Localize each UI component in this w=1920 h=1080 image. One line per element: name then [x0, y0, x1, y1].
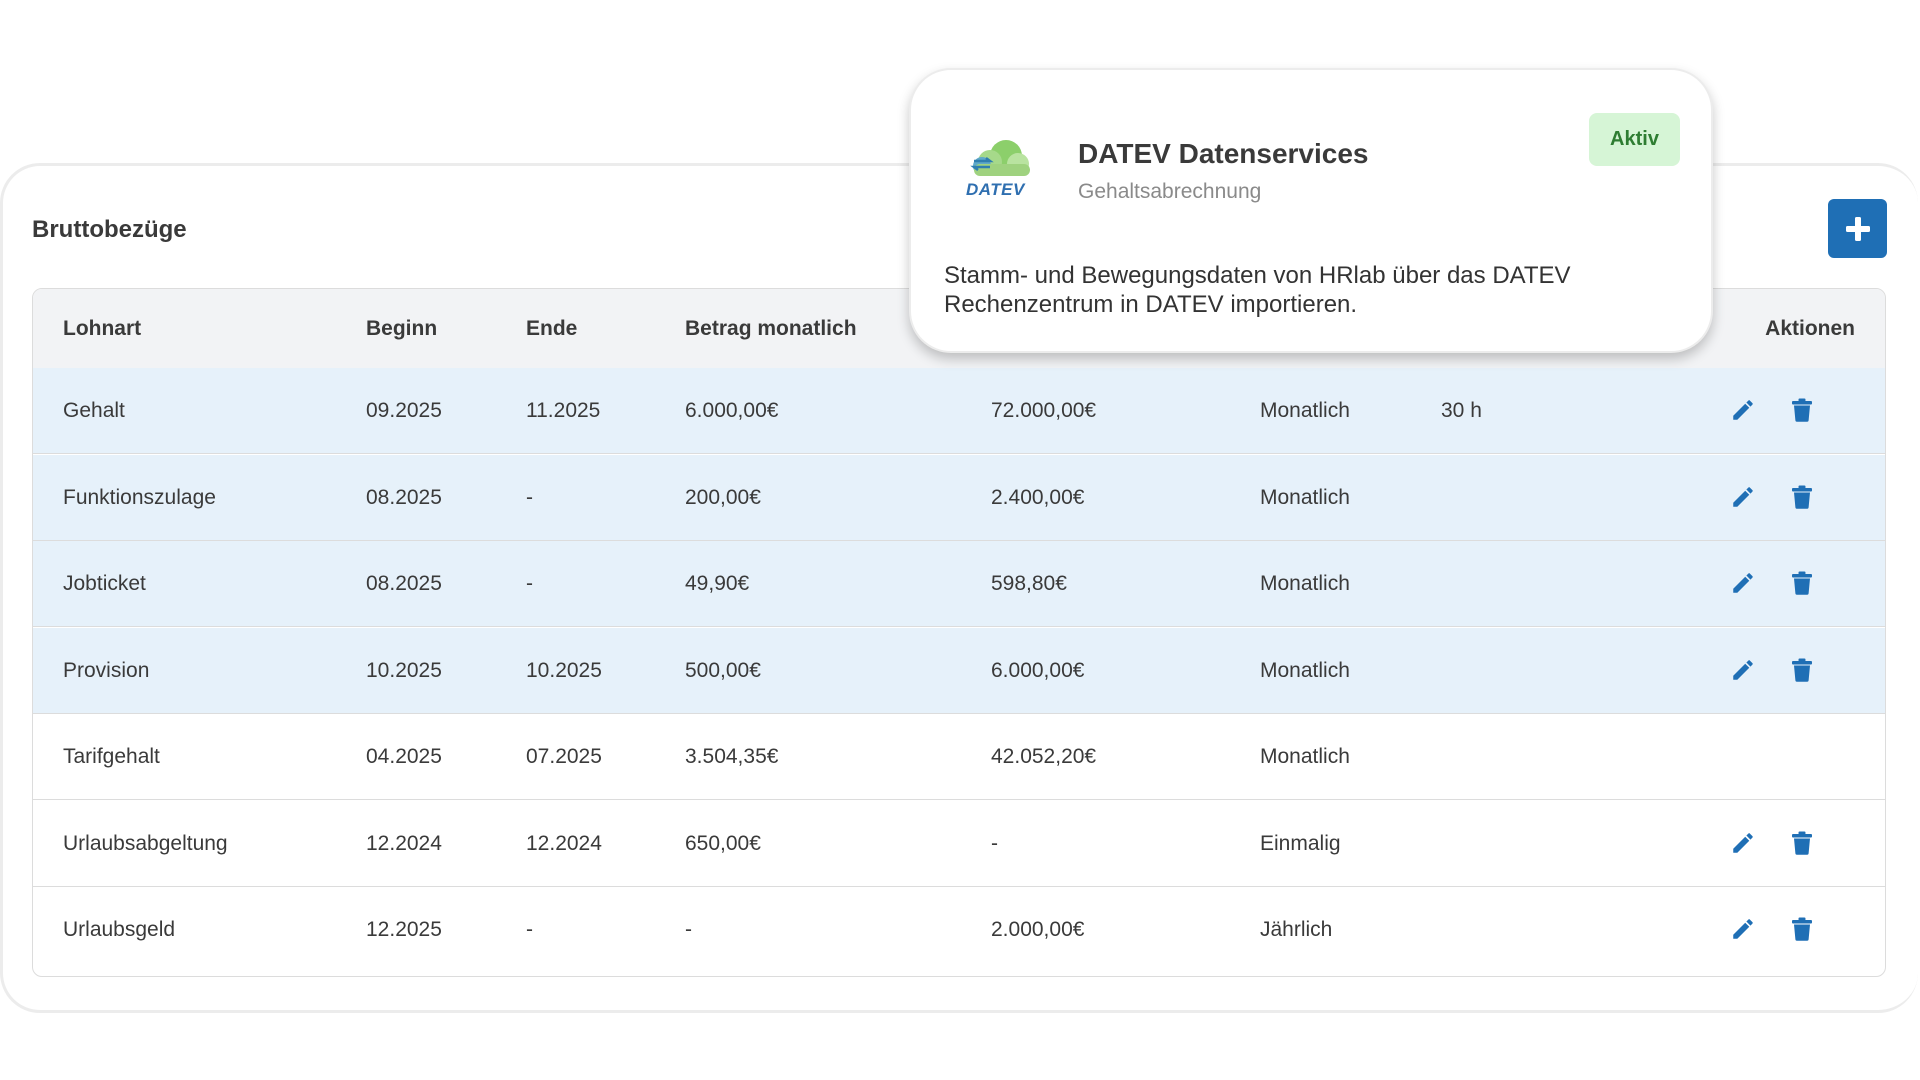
- cell-ende: 12.2024: [526, 831, 602, 855]
- plus-icon: [1845, 216, 1870, 241]
- cell-intervall: Monatlich: [1260, 572, 1350, 595]
- trash-icon: [1791, 571, 1813, 595]
- trash-icon: [1791, 917, 1813, 941]
- cell-betrag-jaehrlich: 6.000,00€: [991, 658, 1085, 682]
- table-row[interactable]: Urlaubsabgeltung 12.2024 12.2024 650,00€ - Ei…: [33, 801, 1885, 887]
- edit-button[interactable]: [1728, 568, 1758, 598]
- delete-button[interactable]: [1787, 655, 1817, 685]
- popup-description: Stamm- und Bewegungsdaten von HRlab über…: [944, 262, 1571, 318]
- cell-ende: 07.2025: [526, 745, 602, 768]
- cell-betrag-jaehrlich: 42.052,20€: [991, 745, 1097, 768]
- cell-intervall: Monatlich: [1260, 485, 1350, 509]
- pencil-icon: [1730, 916, 1756, 942]
- delete-button[interactable]: [1787, 914, 1817, 944]
- bruttobezuege-table: Lohnart Beginn Ende Betrag monatlich Akt…: [32, 288, 1886, 977]
- cell-lohnart: Provision: [63, 658, 150, 682]
- edit-button[interactable]: [1728, 655, 1758, 685]
- cell-beginn: 08.2025: [366, 572, 442, 595]
- delete-button[interactable]: [1787, 568, 1817, 598]
- trash-icon: [1791, 485, 1813, 509]
- datev-integration-popup: DATEV DATEV Datenservices Gehaltsabrechn…: [909, 68, 1713, 353]
- cell-betrag-monatlich: 500,00€: [685, 658, 761, 682]
- cell-intervall: Monatlich: [1260, 658, 1350, 682]
- cell-betrag-jaehrlich: 2.000,00€: [991, 918, 1085, 941]
- cell-stunden: 30 h: [1441, 399, 1482, 422]
- cell-intervall: Monatlich: [1260, 399, 1350, 422]
- cell-intervall: Einmalig: [1260, 831, 1341, 855]
- cell-beginn: 04.2025: [366, 745, 442, 768]
- cell-ende: -: [526, 572, 533, 595]
- trash-icon: [1791, 398, 1813, 422]
- table-row[interactable]: Provision 10.2025 10.2025 500,00€ 6.000,00€ M…: [33, 627, 1885, 714]
- add-button[interactable]: [1828, 199, 1887, 258]
- pencil-icon: [1730, 484, 1756, 510]
- cell-intervall: Monatlich: [1260, 745, 1350, 768]
- pencil-icon: [1730, 570, 1756, 596]
- cell-beginn: 09.2025: [366, 399, 442, 422]
- edit-button[interactable]: [1728, 482, 1758, 512]
- edit-button[interactable]: [1728, 914, 1758, 944]
- trash-icon: [1791, 831, 1813, 855]
- cell-lohnart: Urlaubsabgeltung: [63, 831, 228, 855]
- datev-logo: DATEV: [960, 134, 1036, 202]
- table-row[interactable]: Funktionszulage 08.2025 - 200,00€ 2.400,00€ M…: [33, 454, 1885, 541]
- pencil-icon: [1730, 830, 1756, 856]
- cell-betrag-monatlich: -: [685, 918, 692, 941]
- cell-betrag-jaehrlich: -: [991, 831, 998, 855]
- trash-icon: [1791, 658, 1813, 682]
- cell-betrag-monatlich: 650,00€: [685, 831, 761, 855]
- status-badge: Aktiv: [1589, 113, 1680, 166]
- edit-button[interactable]: [1728, 395, 1758, 425]
- cell-ende: -: [526, 485, 533, 509]
- cell-ende: -: [526, 918, 533, 941]
- table-row[interactable]: Urlaubsgeld 12.2025 - - 2.000,00€ Jährlich: [33, 887, 1885, 973]
- datev-logo-text: DATEV: [966, 180, 1025, 199]
- header-ende[interactable]: Ende: [526, 289, 577, 368]
- delete-button[interactable]: [1787, 482, 1817, 512]
- cell-beginn: 10.2025: [366, 658, 442, 682]
- table-row[interactable]: Tarifgehalt 04.2025 07.2025 3.504,35€ 42.052…: [33, 714, 1885, 800]
- cell-betrag-monatlich: 3.504,35€: [685, 745, 779, 768]
- cell-lohnart: Gehalt: [63, 399, 125, 422]
- cell-betrag-monatlich: 6.000,00€: [685, 399, 779, 422]
- cell-lohnart: Tarifgehalt: [63, 745, 160, 768]
- cell-lohnart: Funktionszulage: [63, 485, 216, 509]
- cell-betrag-jaehrlich: 72.000,00€: [991, 399, 1097, 422]
- delete-button[interactable]: [1787, 828, 1817, 858]
- popup-subtitle: Gehaltsabrechnung: [1078, 180, 1262, 203]
- cell-betrag-jaehrlich: 2.400,00€: [991, 485, 1085, 509]
- pencil-icon: [1730, 657, 1756, 683]
- header-aktionen: Aktionen: [1765, 317, 1855, 340]
- edit-button[interactable]: [1728, 828, 1758, 858]
- section-title: Bruttobezüge: [32, 216, 187, 243]
- cell-beginn: 08.2025: [366, 485, 442, 509]
- cell-betrag-monatlich: 49,90€: [685, 572, 750, 595]
- popup-title: DATEV Datenservices: [1078, 138, 1369, 169]
- cell-intervall: Jährlich: [1260, 918, 1333, 941]
- cell-lohnart: Urlaubsgeld: [63, 918, 176, 941]
- cell-beginn: 12.2025: [366, 918, 442, 941]
- cell-betrag-monatlich: 200,00€: [685, 485, 761, 509]
- table-row[interactable]: Jobticket 08.2025 - 49,90€ 598,80€ Monatlich: [33, 541, 1885, 627]
- header-beginn[interactable]: Beginn: [366, 289, 437, 368]
- cell-ende: 10.2025: [526, 658, 602, 682]
- cell-ende: 11.2025: [526, 399, 601, 422]
- cell-betrag-jaehrlich: 598,80€: [991, 572, 1067, 595]
- header-lohnart[interactable]: Lohnart: [63, 289, 141, 368]
- cell-beginn: 12.2024: [366, 831, 442, 855]
- cell-lohnart: Jobticket: [63, 572, 146, 595]
- delete-button[interactable]: [1787, 395, 1817, 425]
- table-row[interactable]: Gehalt 09.2025 11.2025 6.000,00€ 72.000,00€ M…: [33, 368, 1885, 454]
- pencil-icon: [1730, 397, 1756, 423]
- header-betrag-monatlich[interactable]: Betrag monatlich: [685, 289, 857, 368]
